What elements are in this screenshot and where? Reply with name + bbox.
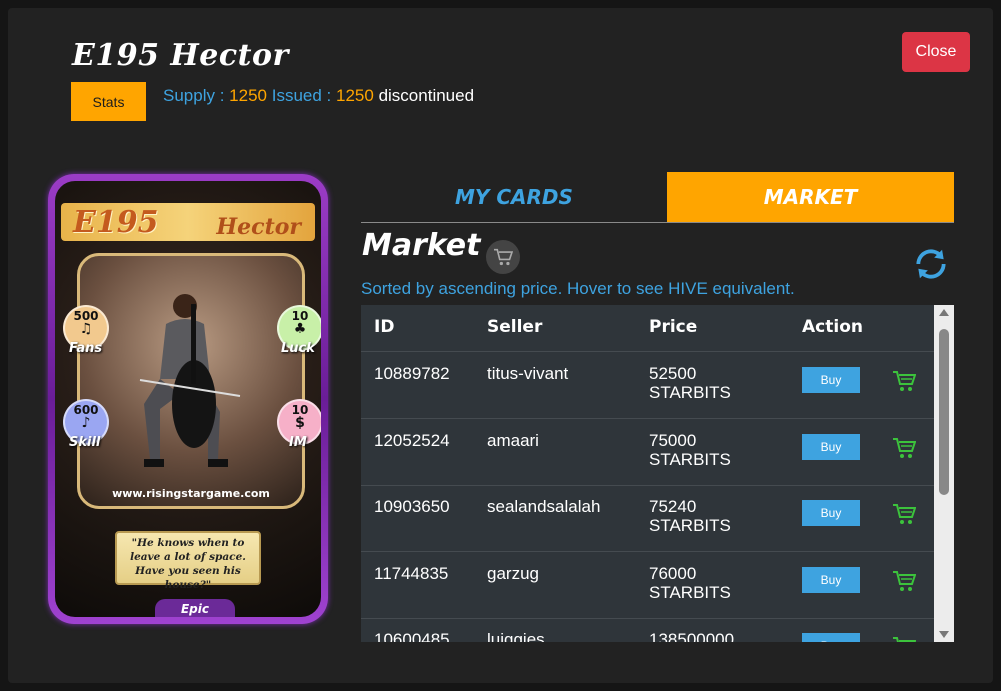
- cellist-illustration: [139, 294, 241, 467]
- add-to-cart-icon[interactable]: [892, 437, 916, 459]
- card-name: Hector: [216, 214, 301, 240]
- listing-price: 52500 STARBITS: [649, 364, 731, 402]
- luck-label: Luck: [281, 341, 315, 356]
- listing-id: 10889782: [374, 364, 450, 383]
- buy-button[interactable]: Buy: [802, 367, 860, 393]
- buy-button[interactable]: Buy: [802, 433, 860, 460]
- listing-id: 12052524: [374, 430, 450, 450]
- issued-value: 1250: [336, 86, 374, 105]
- listing-id: 10600485: [374, 630, 450, 642]
- seller-name: amaari: [487, 430, 539, 450]
- table-row: 10903650 sealandsalalah 75240 STARBITS Buy: [361, 485, 935, 552]
- sort-note: Sorted by ascending price. Hover to see …: [361, 279, 795, 298]
- table-row: 11744835 garzug 76000 STARBITS Buy: [361, 552, 935, 619]
- price-amount: 75000: [649, 430, 697, 450]
- column-id: ID: [374, 317, 395, 337]
- add-to-cart-icon[interactable]: [892, 636, 916, 642]
- tab-market[interactable]: MARKET: [667, 172, 954, 222]
- listing-price: 76000 STARBITS: [649, 564, 731, 602]
- clover-icon: ♣: [293, 321, 307, 337]
- column-price: Price: [649, 317, 698, 337]
- tab-my-cards[interactable]: MY CARDS: [374, 172, 654, 222]
- card-website: www.risingstargame.com: [112, 487, 270, 500]
- column-seller: Seller: [487, 317, 543, 337]
- column-action: Action: [802, 317, 863, 337]
- price-amount: 76000: [649, 563, 697, 583]
- seller-name: luiggies: [487, 630, 545, 642]
- cart-icon: [486, 240, 520, 274]
- card-face: E195 Hector www.risingstargame.com 500 ♫…: [55, 181, 321, 617]
- seller-name: titus-vivant: [487, 364, 569, 383]
- refresh-icon[interactable]: [912, 245, 950, 283]
- close-button[interactable]: Close: [902, 32, 970, 72]
- price-currency: STARBITS: [649, 449, 731, 469]
- market-heading: Market: [362, 228, 481, 263]
- stats-button[interactable]: Stats: [71, 82, 146, 121]
- rarity-badge: Epic: [155, 599, 235, 617]
- skill-icon: ♪: [81, 415, 91, 431]
- price-currency: STARBITS: [649, 516, 731, 535]
- listing-price: 75240 STARBITS: [649, 497, 731, 535]
- fans-icon: ♫: [79, 321, 93, 337]
- supply-info: Supply : 1250 Issued : 1250 discontinued: [163, 86, 474, 106]
- price-amount: 138500000: [649, 630, 735, 642]
- page-title: E195 Hector: [72, 38, 289, 73]
- table-row: 12052524 amaari 75000 STARBITS Buy: [361, 419, 935, 486]
- scroll-thumb[interactable]: [939, 329, 949, 495]
- price-amount: 75240: [649, 497, 697, 516]
- skill-label: Skill: [69, 435, 101, 450]
- status-text: discontinued: [378, 86, 475, 105]
- card-artwork-frame: www.risingstargame.com: [77, 253, 305, 509]
- scroll-up-arrow-icon[interactable]: [939, 309, 949, 316]
- card-code: E195: [73, 205, 159, 240]
- add-to-cart-icon[interactable]: [892, 503, 916, 525]
- buy-button[interactable]: Buy: [802, 500, 860, 526]
- table-row: 10600485 luiggies 138500000STARBITS Buy: [361, 618, 935, 642]
- card-quote: "He knows when to leave a lot of space. …: [115, 531, 261, 591]
- issued-label: Issued :: [271, 86, 332, 105]
- seller-name: sealandsalalah: [487, 497, 601, 516]
- add-to-cart-icon[interactable]: [892, 370, 916, 392]
- buy-button[interactable]: Buy: [802, 633, 860, 642]
- buy-button[interactable]: Buy: [802, 566, 860, 593]
- card-image: E195 Hector www.risingstargame.com 500 ♫…: [48, 174, 328, 624]
- supply-value: 1250: [229, 86, 267, 105]
- im-label: IM: [289, 435, 307, 450]
- supply-label: Supply :: [163, 86, 225, 105]
- add-to-cart-icon[interactable]: [892, 570, 916, 592]
- price-currency: STARBITS: [649, 383, 731, 402]
- table-row: 10889782 titus-vivant 52500 STARBITS Buy: [361, 352, 935, 419]
- price-currency: STARBITS: [649, 582, 731, 602]
- listing-id: 10903650: [374, 497, 450, 516]
- listing-price: 138500000STARBITS: [649, 630, 734, 642]
- scroll-down-arrow-icon[interactable]: [939, 631, 949, 638]
- money-icon: $: [295, 415, 305, 431]
- market-table: ID Seller Price Action 10889782 titus-viv…: [361, 305, 954, 642]
- listing-price: 75000 STARBITS: [649, 431, 731, 469]
- listing-id: 11744835: [374, 563, 449, 583]
- table-header: ID Seller Price Action: [361, 305, 935, 352]
- price-amount: 52500: [649, 364, 697, 383]
- fans-label: Fans: [69, 341, 103, 356]
- scrollbar[interactable]: [934, 305, 954, 642]
- tab-divider: [361, 222, 954, 223]
- seller-name: garzug: [487, 563, 539, 583]
